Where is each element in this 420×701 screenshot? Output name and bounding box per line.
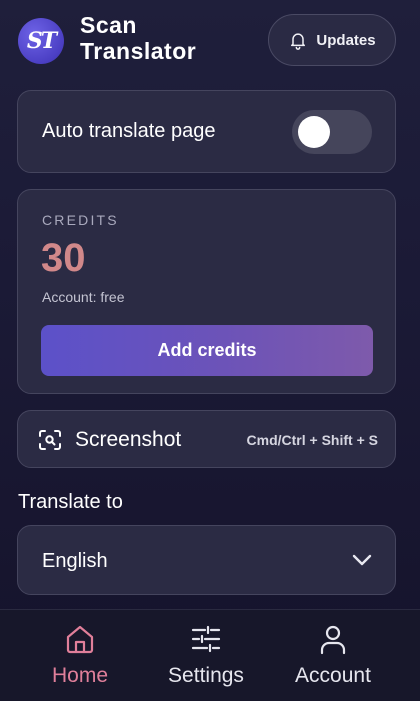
- bottom-nav: Home Settings Account: [0, 609, 420, 701]
- nav-label-home: Home: [51, 664, 109, 687]
- auto-translate-card: Auto translate page: [17, 90, 396, 173]
- language-select-value: English: [42, 550, 108, 572]
- app-title-line2: Translator: [80, 38, 197, 64]
- nav-item-home[interactable]: Home: [20, 622, 140, 697]
- app-title-line1: Scan: [80, 12, 137, 38]
- language-select[interactable]: English: [17, 525, 396, 595]
- credits-label: CREDITS: [42, 212, 119, 228]
- account-plan-text: Account: free: [42, 289, 125, 305]
- auto-translate-label: Auto translate page: [42, 120, 216, 142]
- screenshot-button[interactable]: Screenshot Cmd/Ctrl + Shift + S: [17, 410, 396, 468]
- user-icon: [320, 625, 346, 655]
- nav-item-account[interactable]: Account: [273, 622, 393, 697]
- chevron-down-icon: [352, 554, 372, 566]
- logo-text: ST: [26, 28, 57, 54]
- updates-button[interactable]: Updates: [268, 14, 396, 66]
- sliders-icon: [191, 625, 221, 653]
- translate-to-label: Translate to: [18, 491, 123, 513]
- app-logo: ST: [18, 18, 64, 64]
- header: ST Scan Translator Updates: [0, 0, 420, 86]
- updates-label: Updates: [316, 31, 376, 49]
- screenshot-label: Screenshot: [75, 428, 182, 451]
- screenshot-shortcut: Cmd/Ctrl + Shift + S: [246, 432, 378, 448]
- bell-icon: [291, 33, 306, 50]
- toggle-knob: [298, 116, 330, 148]
- nav-item-settings[interactable]: Settings: [146, 622, 266, 697]
- credits-card: CREDITS 30 Account: free Add credits: [17, 189, 396, 394]
- auto-translate-toggle[interactable]: [292, 110, 372, 154]
- app-title: Scan Translator: [80, 12, 196, 64]
- nav-label-account: Account: [295, 664, 371, 687]
- home-icon: [66, 625, 94, 654]
- credits-value: 30: [41, 236, 86, 280]
- screenshot-icon: [39, 430, 61, 450]
- add-credits-button[interactable]: Add credits: [41, 325, 373, 376]
- nav-label-settings: Settings: [168, 664, 244, 687]
